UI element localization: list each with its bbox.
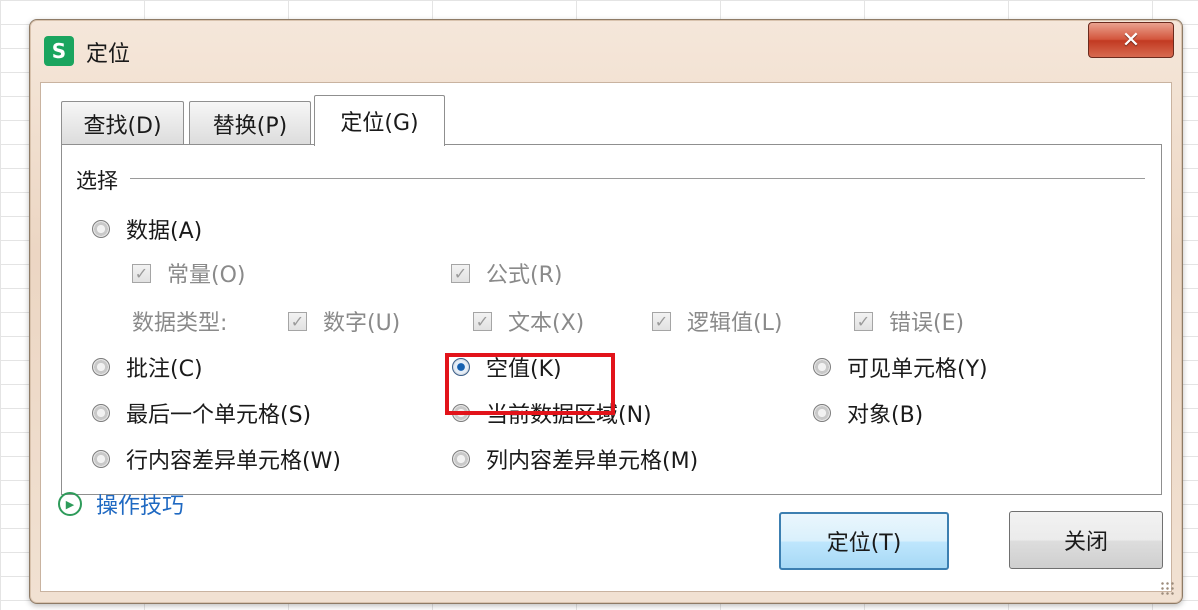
radio-objects[interactable] (813, 404, 831, 422)
wps-sheet-icon: S (44, 36, 74, 66)
option-data-label: 数据(A) (126, 219, 203, 244)
option-last-cell[interactable]: 最后一个单元格(S) (92, 397, 311, 429)
dialog-title: 定位 (86, 42, 131, 67)
title-bar[interactable]: S 定位 ✕ (30, 20, 1182, 82)
locate-panel: 选择 数据(A) ✓ 常量(O) ✓ 公式(R) 数据类型: ✓ 数字(U) ✓… (61, 144, 1162, 495)
locate-dialog: S 定位 ✕ 查找(D) 替换(P) 定位(G) 选择 数据(A) ✓ 常量(O… (29, 19, 1183, 604)
option-data[interactable]: 数据(A) (92, 213, 202, 245)
option-error-label: 错误(E) (889, 311, 965, 336)
radio-row-diff[interactable] (92, 450, 110, 468)
option-visible-cells[interactable]: 可见单元格(Y) (813, 351, 988, 383)
data-type-label: 数据类型: (132, 311, 228, 336)
tips-link-label: 操作技巧 (96, 494, 185, 519)
checkbox-text[interactable]: ✓ (473, 311, 492, 331)
checkbox-number[interactable]: ✓ (288, 311, 307, 331)
play-icon: ▶ (58, 492, 82, 516)
option-text-label: 文本(X) (508, 311, 585, 336)
option-constant-label: 常量(O) (167, 263, 246, 288)
option-comment-label: 批注(C) (126, 357, 203, 382)
option-row-diff-label: 行内容差异单元格(W) (126, 449, 341, 474)
option-logical-label: 逻辑值(L) (687, 311, 783, 336)
radio-data[interactable] (92, 220, 110, 238)
tips-link[interactable]: ▶ 操作技巧 (58, 488, 184, 520)
option-error[interactable]: ✓ 错误(E) (854, 305, 964, 337)
option-col-diff-label: 列内容差异单元格(M) (486, 449, 699, 474)
radio-visible-cells[interactable] (813, 358, 831, 376)
blank-option-highlight (445, 353, 615, 415)
option-formula-label: 公式(R) (486, 263, 563, 288)
close-button[interactable]: 关闭 (1009, 511, 1163, 569)
checkbox-error[interactable]: ✓ (854, 311, 873, 331)
option-col-diff[interactable]: 列内容差异单元格(M) (452, 443, 698, 475)
dialog-body: 查找(D) 替换(P) 定位(G) 选择 数据(A) ✓ 常量(O) ✓ 公式(… (40, 82, 1172, 592)
group-divider (130, 178, 1145, 179)
option-number[interactable]: ✓ 数字(U) (288, 305, 400, 337)
locate-button[interactable]: 定位(T) (779, 512, 949, 570)
checkbox-formula[interactable]: ✓ (451, 263, 470, 283)
option-visible-cells-label: 可见单元格(Y) (847, 357, 988, 382)
option-number-label: 数字(U) (323, 311, 401, 336)
close-icon[interactable]: ✕ (1088, 22, 1174, 58)
option-last-cell-label: 最后一个单元格(S) (126, 403, 312, 428)
tab-replace[interactable]: 替换(P) (189, 101, 311, 145)
radio-last-cell[interactable] (92, 404, 110, 422)
option-objects-label: 对象(B) (847, 403, 924, 428)
tab-locate[interactable]: 定位(G) (314, 95, 445, 146)
option-formula[interactable]: ✓ 公式(R) (451, 257, 562, 289)
option-objects[interactable]: 对象(B) (813, 397, 923, 429)
option-text[interactable]: ✓ 文本(X) (473, 305, 584, 337)
radio-col-diff[interactable] (452, 450, 470, 468)
radio-comment[interactable] (92, 358, 110, 376)
option-comment[interactable]: 批注(C) (92, 351, 203, 383)
tab-find[interactable]: 查找(D) (61, 101, 184, 145)
option-constant[interactable]: ✓ 常量(O) (132, 257, 245, 289)
checkbox-logical[interactable]: ✓ (652, 311, 671, 331)
resize-grip-icon[interactable] (1160, 581, 1174, 595)
option-row-diff[interactable]: 行内容差异单元格(W) (92, 443, 341, 475)
option-logical[interactable]: ✓ 逻辑值(L) (652, 305, 782, 337)
select-group-label: 选择 (76, 165, 122, 195)
checkbox-constant[interactable]: ✓ (132, 263, 151, 283)
